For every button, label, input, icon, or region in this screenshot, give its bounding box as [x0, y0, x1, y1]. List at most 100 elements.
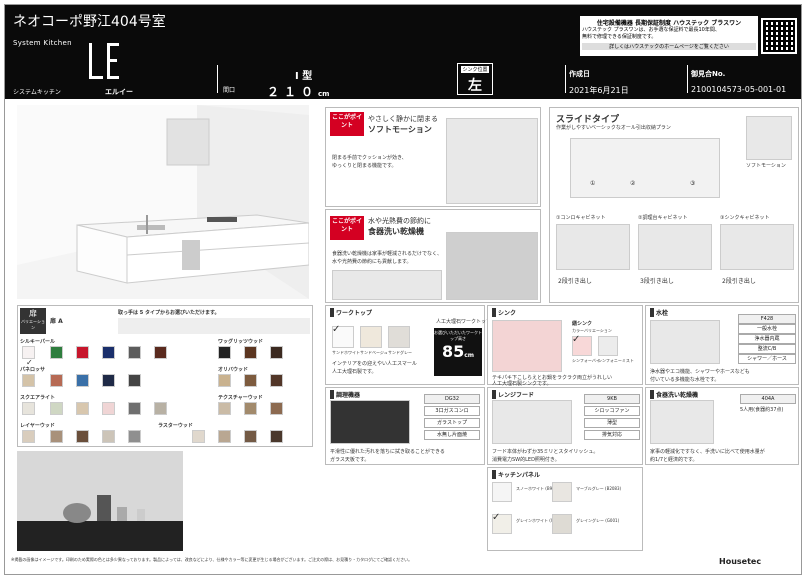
- door-swatch[interactable]: [50, 374, 63, 387]
- door-swatch[interactable]: [218, 430, 231, 443]
- group-square: スクエアライト: [20, 395, 56, 401]
- group-oliva: オリバウッド: [218, 367, 249, 373]
- door-swatch[interactable]: [192, 430, 205, 443]
- sink-photo: [492, 320, 562, 372]
- worktop-check-icon: ✓: [332, 324, 341, 335]
- door-swatch[interactable]: [244, 346, 257, 359]
- kitchen-spec-sheet: ネオコーポ野江404号室 System Kitchen システムキッチン エルイ…: [4, 4, 802, 575]
- sink-swatch[interactable]: [598, 336, 618, 356]
- door-swatch[interactable]: [102, 430, 115, 443]
- le-logo-l: [89, 43, 92, 79]
- sink-position-box: シンク位置左: [457, 63, 493, 95]
- footer-note: ※掲載の画像はイメージです。印刷のため実際の色とは多少異なっております。製品によ…: [11, 557, 413, 562]
- quote-number-label: 御見合No.: [691, 70, 726, 78]
- layout-type: I 型: [295, 71, 313, 82]
- soft-motion-photo: [446, 118, 538, 204]
- frontage-label: 間口: [223, 87, 236, 94]
- worktop-panel: ワークトップ 人工大理石ワークトップ ✓ サンドホワイト サンドベージュ サンド…: [325, 305, 491, 385]
- panel-check-icon: ✓: [492, 512, 501, 523]
- door-swatch[interactable]: [244, 402, 257, 415]
- door-swatch[interactable]: [244, 430, 257, 443]
- warranty-box: 住宅設備機器 長期保証制度 ハウステック ブラスワン ハウステック プラスワンは…: [580, 16, 758, 56]
- header-bar: ネオコーポ野江404号室 System Kitchen システムキッチン エルイ…: [5, 5, 801, 99]
- door-swatch[interactable]: [22, 374, 35, 387]
- point-title: 食器洗い乾燥機: [368, 227, 424, 236]
- point-badge: ここがポイント: [330, 112, 364, 136]
- sink-panel: シンク 繕シンク カラーバリエーション ✓ シンフォーバイ シンフォニーミスト …: [487, 305, 643, 387]
- door-swatch[interactable]: [76, 374, 89, 387]
- door-swatch[interactable]: [218, 374, 231, 387]
- door-swatch[interactable]: [50, 346, 63, 359]
- group-silky: シルキーパール: [20, 339, 55, 345]
- door-swatch[interactable]: [270, 374, 283, 387]
- group-waggle: ワッグリッツウッド: [218, 339, 264, 345]
- door-swatch[interactable]: [102, 402, 115, 415]
- kitchen-panel-section: キッチンパネル スノーホワイト (B90) マーブルグレー (B2083) ✓ …: [487, 467, 643, 551]
- door-swatch[interactable]: [50, 430, 63, 443]
- date-label: 作成日: [569, 70, 590, 78]
- point-title: ソフトモーション: [368, 125, 432, 134]
- door-swatch[interactable]: [244, 374, 257, 387]
- lifestyle-photo: [17, 451, 183, 551]
- stove-cabinet-photo: [556, 224, 630, 270]
- door-swatch[interactable]: [218, 402, 231, 415]
- faucet-photo: [650, 320, 720, 364]
- door-swatch[interactable]: [76, 346, 89, 359]
- handle-note: 取っ手は 5 タイプからお選びいただけます。: [118, 310, 220, 316]
- prep-cabinet-photo: [638, 224, 712, 270]
- panel-swatch[interactable]: [492, 482, 512, 502]
- door-swatch[interactable]: [50, 402, 63, 415]
- warranty-link[interactable]: 詳しくはハウステックのホームページをご覧ください: [582, 43, 756, 50]
- door-swatch[interactable]: [102, 374, 115, 387]
- worktop-height-box: お選びいただいたワークトップ高さ 85cm: [434, 328, 482, 376]
- handle-samples: [118, 318, 310, 334]
- door-selected-check-icon: ✓: [26, 358, 33, 367]
- stove-panel: 調理機器 DG32 3口ガスコンロ ガラストップ 水無し片面焼 平滑性に優れた汚…: [325, 387, 485, 465]
- door-swatch[interactable]: [128, 346, 141, 359]
- door-swatch[interactable]: [76, 402, 89, 415]
- door-swatch[interactable]: [22, 430, 35, 443]
- cabinet-front-illustration: [570, 138, 720, 198]
- point-badge: ここがポイント: [330, 216, 364, 240]
- door-swatch[interactable]: [270, 430, 283, 443]
- soft-motion-thumb: [746, 116, 792, 160]
- housetec-logo: Housetec: [719, 557, 762, 566]
- door-swatch[interactable]: [270, 402, 283, 415]
- dishwasher-front-photo: [650, 400, 714, 444]
- sink-cabinet-photo: [720, 224, 794, 270]
- door-variation-panel: 扉バリエーション 扉 A 取っ手は 5 タイプからお選びいただけます。 シルキー…: [17, 305, 313, 447]
- door-swatch[interactable]: [76, 430, 89, 443]
- group-texture: テクスチャーウッド: [218, 395, 263, 401]
- door-swatch[interactable]: [128, 374, 141, 387]
- group-layer: レイヤーウッド: [20, 423, 55, 429]
- door-current: 扉 A: [50, 318, 63, 325]
- date-value: 2021年6月21日: [569, 86, 629, 95]
- worktop-swatch-gray[interactable]: [388, 326, 410, 348]
- savings-chart: [332, 270, 442, 300]
- worktop-swatch-beige[interactable]: [360, 326, 382, 348]
- stove-photo: [330, 400, 410, 444]
- quote-number: 2100104573-05-001-01: [691, 85, 787, 94]
- slide-type-panel: スライドタイプ 作業がしやすいベーシックなオール引出収納プラン ① ② ③ ソフ…: [549, 107, 799, 303]
- door-swatch[interactable]: [22, 402, 35, 415]
- soft-motion-panel: ここがポイント やさしく静かに閉まる ソフトモーション 閉まる手前でクッションが…: [325, 107, 541, 207]
- brand-japanese: システムキッチン: [13, 89, 61, 96]
- panel-swatch[interactable]: [552, 482, 572, 502]
- group-panelossa: パネロッサ: [20, 367, 46, 373]
- door-swatch[interactable]: [154, 402, 167, 415]
- panel-swatch[interactable]: [552, 514, 572, 534]
- door-swatch[interactable]: [102, 346, 115, 359]
- hood-photo: [492, 400, 572, 444]
- door-swatch[interactable]: [154, 346, 167, 359]
- door-swatch[interactable]: [270, 346, 283, 359]
- door-swatch[interactable]: [218, 346, 231, 359]
- door-swatch[interactable]: [128, 430, 141, 443]
- sink-position: 左: [468, 78, 482, 94]
- worktop-height: 85: [441, 342, 465, 361]
- dishwasher-photo: [446, 232, 538, 300]
- faucet-panel: 水栓 F428 一般水栓 浄水器内蔵 整流C/B シャワー／ホース 浄水器やエコ…: [645, 305, 799, 385]
- door-swatch[interactable]: [128, 402, 141, 415]
- sink-check-icon: ✓: [572, 334, 581, 345]
- qr-code-icon[interactable]: [761, 18, 797, 54]
- dishwasher-point-panel: ここがポイント 水や光熱費の節約に 食器洗い乾燥機 食器洗い乾燥機は家事が軽減さ…: [325, 209, 541, 303]
